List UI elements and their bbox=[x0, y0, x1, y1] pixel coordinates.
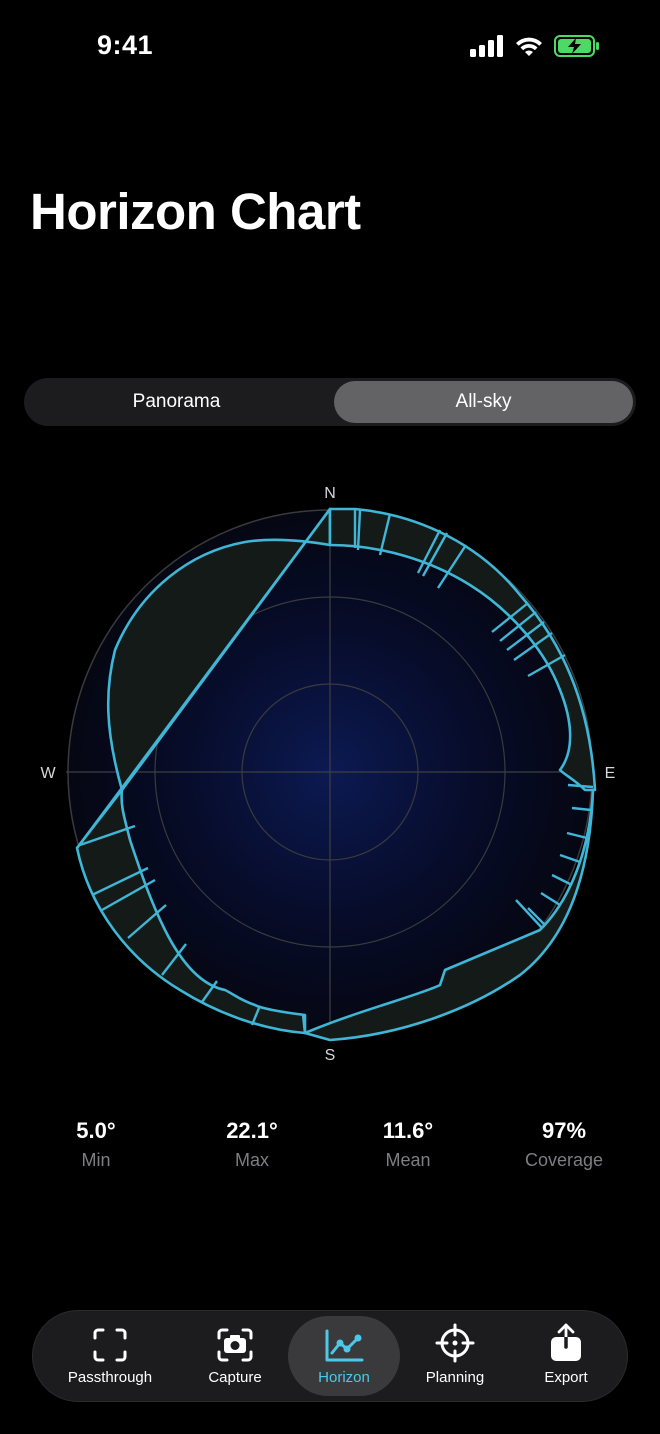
stat-max-label: Max bbox=[234, 1150, 269, 1170]
horizon-polar-chart: N E S W bbox=[40, 485, 616, 1064]
stat-max-value: 22.1° bbox=[226, 1118, 278, 1143]
tab-passthrough[interactable]: Passthrough bbox=[55, 1311, 165, 1401]
tab-horizon-label: Horizon bbox=[318, 1369, 370, 1386]
tab-planning-label: Planning bbox=[425, 1369, 485, 1386]
battery-charging-icon bbox=[554, 35, 599, 57]
stat-coverage-label: Coverage bbox=[524, 1150, 604, 1170]
status-bar: 9:41 bbox=[0, 0, 660, 100]
crosshair-icon bbox=[435, 1323, 475, 1363]
status-icons bbox=[470, 35, 600, 57]
status-time: 9:41 bbox=[97, 30, 154, 60]
page-title: Horizon Chart bbox=[30, 183, 361, 240]
view-mode-segmented-control: Panorama All-sky bbox=[24, 378, 636, 426]
stat-max: 22.1° Max bbox=[182, 1118, 322, 1171]
horizon-stats: 5.0° Min 22.1° Max 11.6° Mean 97% Covera… bbox=[0, 1118, 660, 1188]
tab-capture-label: Capture bbox=[208, 1369, 262, 1386]
tab-bar: Passthrough Capture Horizon Planning Exp… bbox=[32, 1310, 628, 1402]
tab-passthrough-label: Passthrough bbox=[67, 1369, 153, 1386]
viewfinder-icon bbox=[93, 1328, 127, 1362]
tab-export-label: Export bbox=[544, 1369, 588, 1386]
tab-export[interactable]: Export bbox=[511, 1311, 621, 1401]
stat-coverage: 97% Coverage bbox=[494, 1118, 634, 1171]
cellular-signal-icon bbox=[470, 35, 503, 57]
stat-mean-value: 11.6° bbox=[382, 1118, 434, 1143]
share-icon bbox=[551, 1323, 581, 1361]
segment-panorama[interactable]: Panorama bbox=[27, 381, 326, 423]
stat-min-label: Min bbox=[81, 1150, 111, 1170]
tab-horizon[interactable]: Horizon bbox=[288, 1316, 400, 1396]
stat-min: 5.0° Min bbox=[26, 1118, 166, 1171]
cardinal-s: S bbox=[325, 1047, 336, 1064]
stat-mean-label: Mean bbox=[385, 1150, 431, 1170]
camera-icon bbox=[217, 1328, 253, 1362]
chart-icon bbox=[325, 1329, 364, 1362]
cardinal-w: W bbox=[40, 765, 56, 782]
tab-planning[interactable]: Planning bbox=[400, 1311, 510, 1401]
cardinal-n: N bbox=[324, 485, 336, 502]
cardinal-e: E bbox=[605, 765, 616, 782]
tab-capture[interactable]: Capture bbox=[180, 1311, 290, 1401]
wifi-icon bbox=[516, 37, 542, 56]
stat-min-value: 5.0° bbox=[76, 1118, 116, 1143]
segment-all-sky[interactable]: All-sky bbox=[334, 381, 633, 423]
stat-mean: 11.6° Mean bbox=[338, 1118, 478, 1171]
stat-coverage-value: 97% bbox=[541, 1118, 587, 1143]
